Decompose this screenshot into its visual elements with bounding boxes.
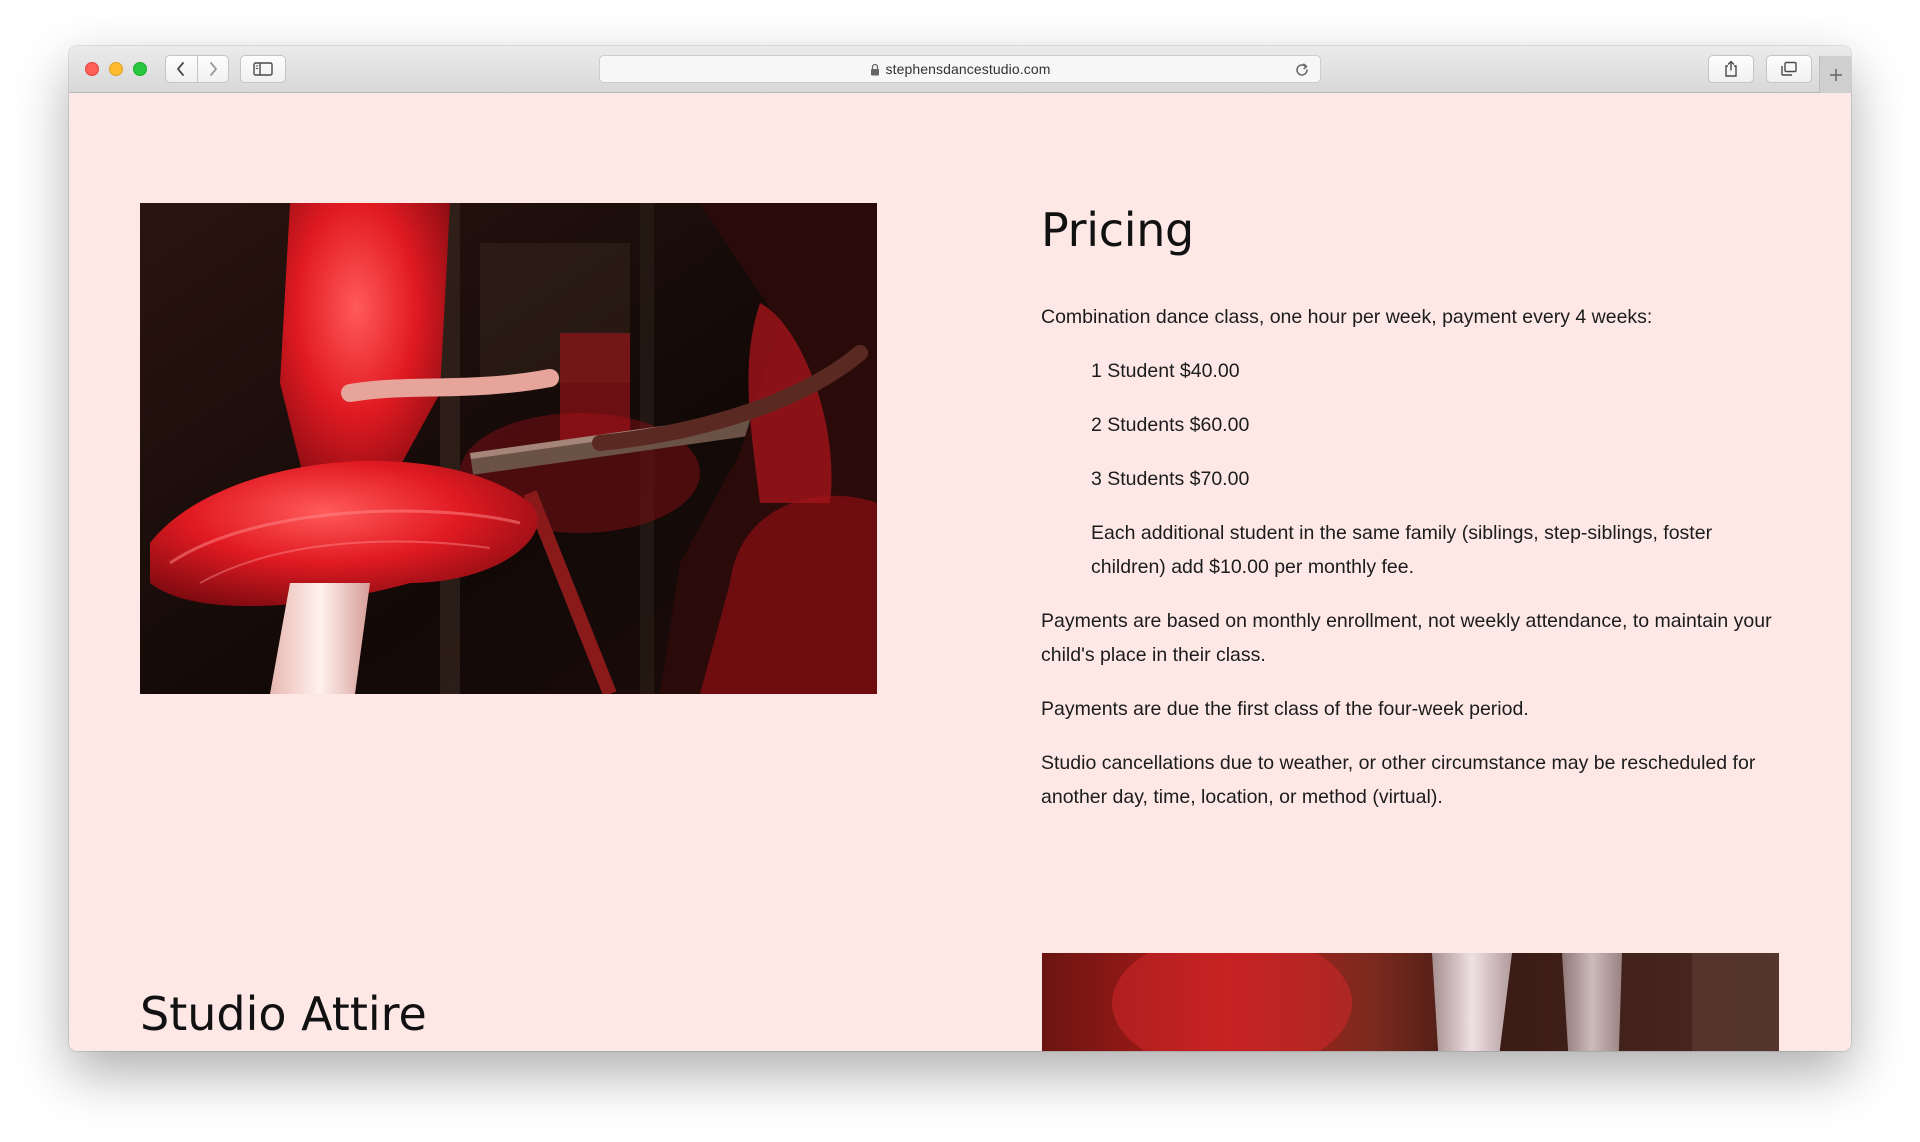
attire-photo-illustration bbox=[1042, 953, 1779, 1051]
new-tab-button[interactable] bbox=[1819, 56, 1851, 93]
pricing-tier: 2 Students $60.00 bbox=[1091, 414, 1250, 437]
browser-toolbar: stephensdancestudio.com bbox=[69, 46, 1851, 93]
forward-button[interactable] bbox=[196, 56, 229, 82]
tabs-overview-icon bbox=[1781, 61, 1797, 76]
page-content: Pricing Combination dance class, one hou… bbox=[69, 93, 1851, 1051]
zoom-window-button[interactable] bbox=[133, 62, 147, 76]
pricing-paragraph: Payments are based on monthly enrollment… bbox=[1041, 610, 1772, 667]
additional-student-note: Each additional student in the same fami… bbox=[1091, 522, 1713, 579]
nav-button-group bbox=[165, 55, 229, 83]
plus-icon bbox=[1829, 68, 1842, 81]
lock-icon bbox=[870, 63, 879, 75]
url-text: stephensdancestudio.com bbox=[885, 61, 1051, 77]
reload-icon[interactable] bbox=[1294, 62, 1310, 78]
attire-photo bbox=[1042, 953, 1779, 1051]
back-button[interactable] bbox=[166, 56, 197, 82]
close-window-button[interactable] bbox=[85, 62, 99, 76]
chevron-left-icon bbox=[177, 62, 185, 76]
pricing-intro: Combination dance class, one hour per we… bbox=[1041, 306, 1653, 329]
show-tabs-button[interactable] bbox=[1766, 55, 1812, 83]
share-icon bbox=[1725, 60, 1737, 77]
sidebar-icon bbox=[253, 62, 273, 76]
pricing-heading: Pricing bbox=[1041, 203, 1194, 257]
pricing-tier-list: 1 Student $40.00 2 Students $60.00 3 Stu… bbox=[1041, 354, 1781, 496]
chevron-right-icon bbox=[209, 62, 217, 76]
share-button[interactable] bbox=[1708, 55, 1754, 83]
pricing-tier: 3 Students $70.00 bbox=[1091, 468, 1250, 491]
address-center: stephensdancestudio.com bbox=[600, 56, 1320, 82]
sidebar-toggle-button[interactable] bbox=[240, 55, 286, 83]
address-bar[interactable]: stephensdancestudio.com bbox=[599, 55, 1321, 83]
ballet-dancers-illustration bbox=[140, 203, 877, 694]
studio-attire-heading: Studio Attire bbox=[140, 987, 427, 1041]
pricing-tier: 1 Student $40.00 bbox=[1091, 360, 1240, 383]
pricing-paragraph: Studio cancellations due to weather, or … bbox=[1041, 752, 1756, 809]
browser-window: stephensdancestudio.com Pricing Combinat… bbox=[69, 46, 1851, 1051]
minimize-window-button[interactable] bbox=[109, 62, 123, 76]
pricing-section: Pricing Combination dance class, one hou… bbox=[1041, 203, 1781, 814]
pricing-paragraph: Payments are due the first class of the … bbox=[1041, 698, 1529, 721]
ballet-dancers-photo bbox=[140, 203, 877, 694]
